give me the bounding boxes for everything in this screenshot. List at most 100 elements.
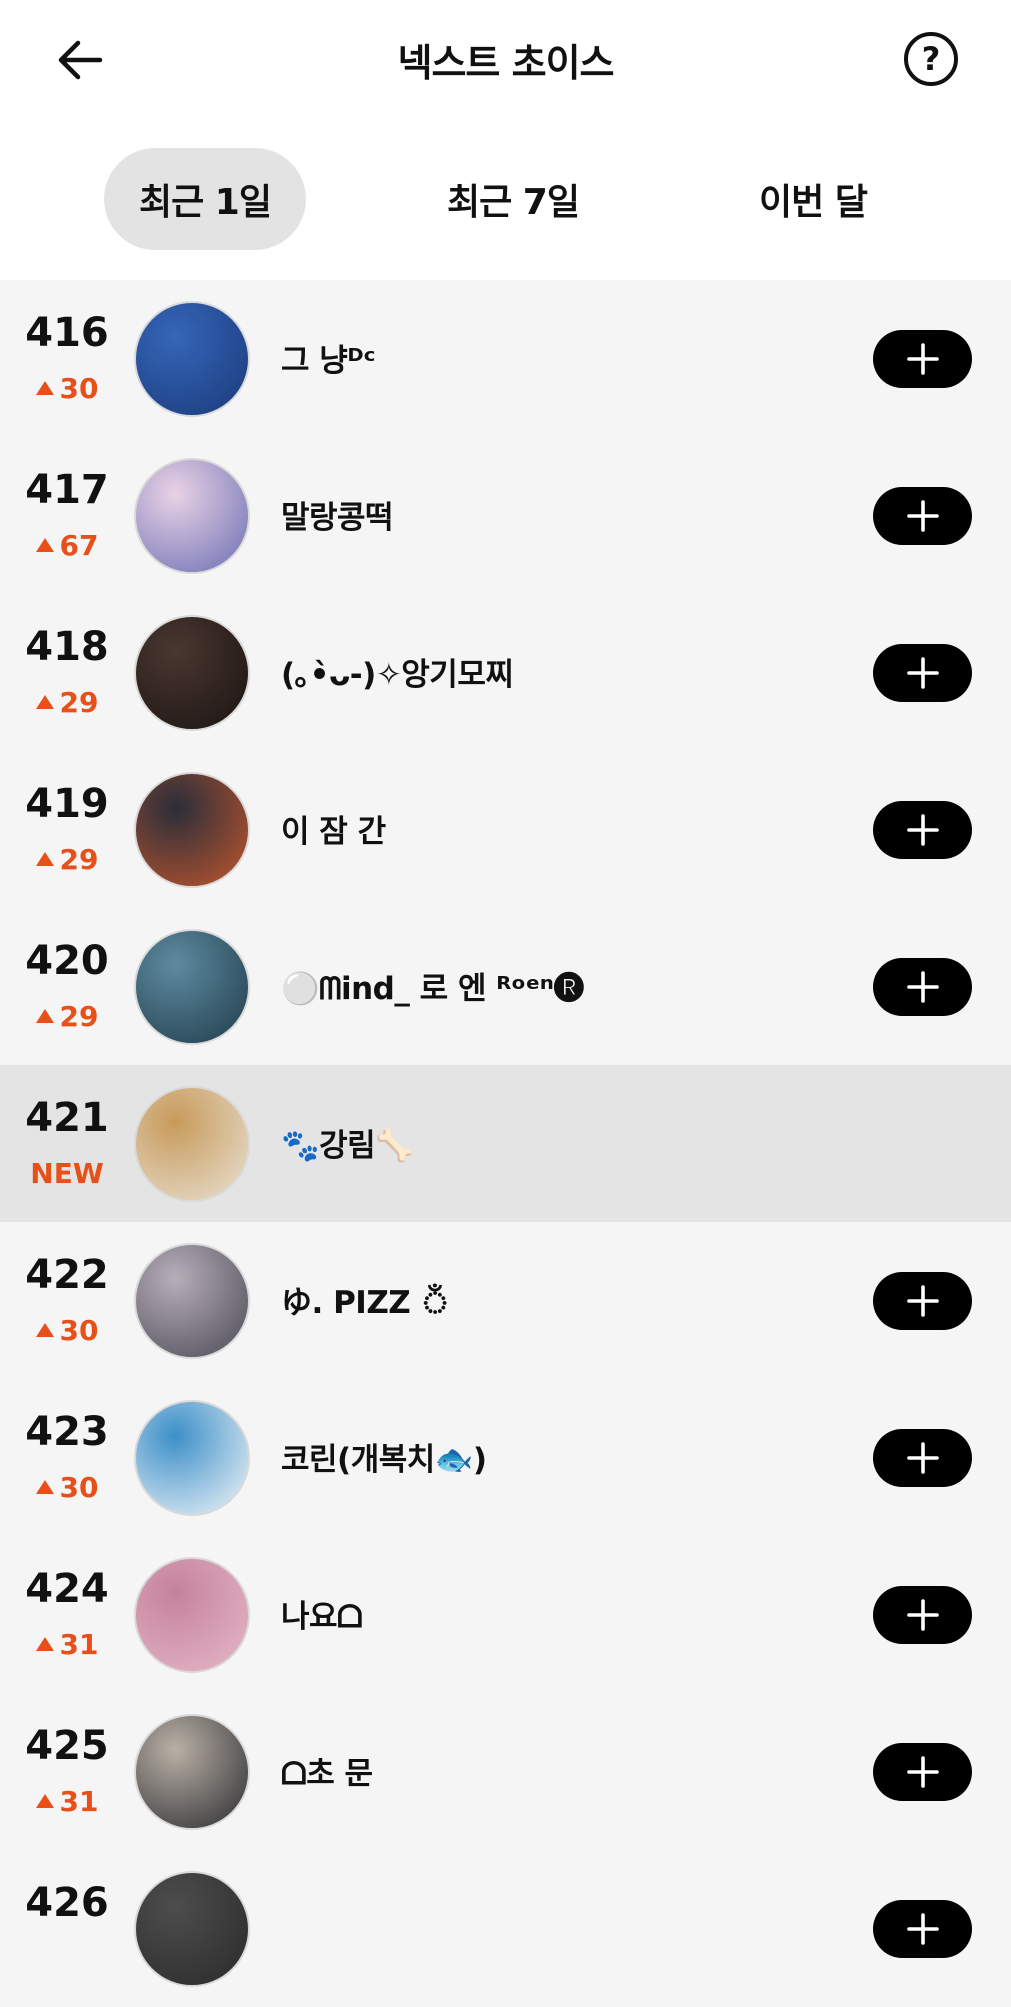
plus-icon (906, 657, 939, 689)
list-item[interactable]: 417 67 말랑콩떡 (0, 437, 1011, 594)
rank-change: 67 (0, 529, 134, 562)
user-name[interactable]: 말랑콩떡 (281, 492, 394, 537)
list-item[interactable]: 425 31 ᗝ초 문 (0, 1693, 1011, 1850)
plus-icon (906, 1756, 939, 1788)
rank-number: 421 (25, 1095, 109, 1141)
top-app-bar: 넥스트 초이스 ? (0, 0, 1011, 118)
plus-icon (906, 1285, 939, 1317)
tab-this-month[interactable]: 이번 달 (712, 148, 914, 250)
list-item[interactable]: 420 29 ⚪️ᗰind_ 로 엔 ᴿᵒᵉⁿ🅡 (0, 908, 1011, 1065)
rank-change-value: 29 (59, 1000, 99, 1033)
user-name[interactable]: 나요ᗝ (281, 1591, 363, 1636)
add-button[interactable] (873, 958, 972, 1016)
rank-number: 420 (25, 938, 109, 984)
user-name[interactable]: 코린(개복치🐟) (281, 1434, 487, 1479)
rank-number: 422 (25, 1252, 109, 1298)
rank-number: 426 (25, 1880, 109, 1926)
triangle-up-icon (35, 1323, 54, 1337)
period-tabs: 최근 1일 최근 7일 이번 달 (0, 148, 1011, 252)
page-title: 넥스트 초이스 (397, 41, 615, 85)
avatar[interactable] (134, 1400, 250, 1516)
rank-change: 31 (0, 1628, 134, 1661)
rank-number: 416 (25, 310, 109, 356)
add-button[interactable] (873, 1272, 972, 1330)
rank-number: 419 (25, 781, 109, 827)
avatar[interactable] (134, 1557, 250, 1673)
plus-icon (906, 1599, 939, 1631)
user-name[interactable]: 그 냥ᴰᶜ (281, 335, 376, 380)
plus-icon (906, 500, 939, 532)
triangle-up-icon (35, 852, 54, 866)
rank-change-value: 30 (59, 1314, 99, 1347)
list-item[interactable]: 418 29 (｡•̀ᴗ-)✧앙기모찌 (0, 594, 1011, 751)
avatar[interactable] (134, 1086, 250, 1202)
user-name[interactable]: 🐾강림🦴 (281, 1120, 414, 1165)
rank-change-value: 30 (59, 1471, 99, 1504)
triangle-up-icon (35, 538, 54, 552)
rank-change: 30 (0, 372, 134, 405)
add-button[interactable] (873, 1429, 972, 1487)
tab-recent-7days[interactable]: 최근 7일 (412, 148, 614, 250)
list-item[interactable]: 421 NEW 🐾강림🦴 (0, 1065, 1011, 1222)
triangle-up-icon (35, 1794, 54, 1808)
triangle-up-icon (35, 695, 54, 709)
rank-change: 30 (0, 1314, 134, 1347)
avatar[interactable] (134, 929, 250, 1045)
help-button[interactable]: ? (904, 32, 958, 86)
rank-number: 423 (25, 1409, 109, 1455)
avatar[interactable] (134, 615, 250, 731)
add-button[interactable] (873, 1743, 972, 1801)
avatar[interactable] (134, 301, 250, 417)
user-name[interactable]: ᗝ초 문 (281, 1748, 373, 1793)
rank-change: 30 (0, 1471, 134, 1504)
rank-change: 29 (0, 1000, 134, 1033)
add-button[interactable] (873, 801, 972, 859)
rank-change-value: 31 (59, 1785, 99, 1818)
triangle-up-icon (35, 1480, 54, 1494)
plus-icon (906, 343, 939, 375)
header: 넥스트 초이스 ? 최근 1일 최근 7일 이번 달 (0, 0, 1011, 280)
rank-change-value: NEW (30, 1157, 104, 1190)
plus-icon (906, 971, 939, 1003)
plus-icon (906, 814, 939, 846)
rank-number: 418 (25, 624, 109, 670)
list-item[interactable]: 419 29 이 잠 간 (0, 751, 1011, 908)
add-button[interactable] (873, 330, 972, 388)
user-name[interactable]: ⚪️ᗰind_ 로 엔 ᴿᵒᵉⁿ🅡 (281, 963, 584, 1008)
list-item[interactable]: 423 30 코린(개복치🐟) (0, 1379, 1011, 1536)
add-button[interactable] (873, 487, 972, 545)
new-badge: NEW (0, 1157, 134, 1190)
rank-change-value: 67 (59, 529, 99, 562)
avatar[interactable] (134, 1871, 250, 1987)
avatar[interactable] (134, 458, 250, 574)
triangle-up-icon (35, 381, 54, 395)
user-name[interactable]: (｡•̀ᴗ-)✧앙기모찌 (281, 649, 514, 694)
rank-number: 424 (25, 1566, 109, 1612)
avatar[interactable] (134, 1243, 250, 1359)
avatar[interactable] (134, 1714, 250, 1830)
user-name[interactable]: 이 잠 간 (281, 806, 386, 851)
add-button[interactable] (873, 1586, 972, 1644)
triangle-up-icon (35, 1009, 54, 1023)
rank-change-value: 31 (59, 1628, 99, 1661)
list-item[interactable]: 426 (0, 1850, 1011, 2007)
rank-change-value: 29 (59, 686, 99, 719)
question-circle-icon: ? (921, 40, 941, 78)
triangle-up-icon (35, 1637, 54, 1651)
user-name[interactable]: ゆ. PIZZ ঁ (281, 1277, 450, 1331)
list-item[interactable]: 422 30 ゆ. PIZZ ঁ (0, 1222, 1011, 1379)
add-button[interactable] (873, 1900, 972, 1958)
add-button[interactable] (873, 644, 972, 702)
list-item[interactable]: 424 31 나요ᗝ (0, 1536, 1011, 1693)
rank-change-value: 29 (59, 843, 99, 876)
rank-change: 29 (0, 686, 134, 719)
plus-icon (906, 1913, 939, 1945)
rank-number: 417 (25, 467, 109, 513)
avatar[interactable] (134, 772, 250, 888)
rank-change-value: 30 (59, 372, 99, 405)
plus-icon (906, 1442, 939, 1474)
rank-number: 425 (25, 1723, 109, 1769)
tab-recent-1day[interactable]: 최근 1일 (104, 148, 306, 250)
list-item[interactable]: 416 30 그 냥ᴰᶜ (0, 280, 1011, 437)
rank-change: 29 (0, 843, 134, 876)
